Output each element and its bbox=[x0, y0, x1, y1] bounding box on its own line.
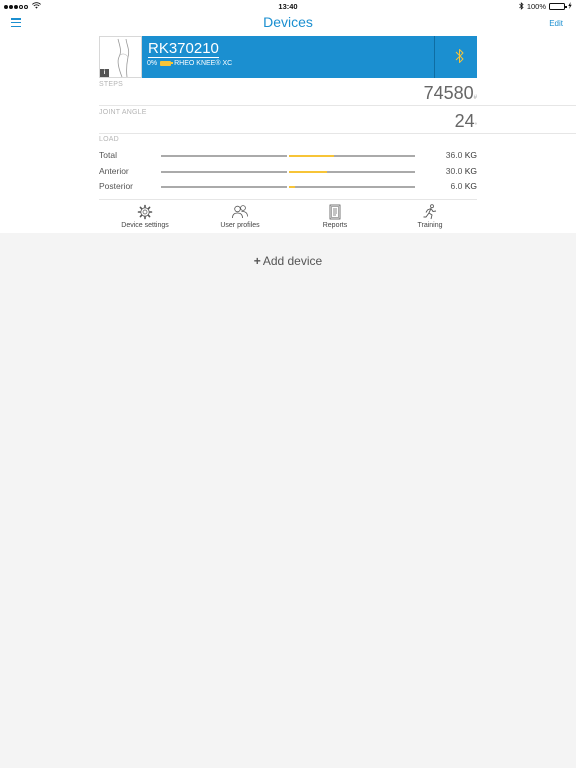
device-card: i RK370210 0% RHEO KNEE® XC STEPS 74580#… bbox=[0, 36, 576, 233]
load-fill bbox=[289, 186, 295, 188]
report-icon bbox=[329, 204, 341, 220]
steps-value-group: 74580# bbox=[424, 83, 477, 104]
load-row-label: Posterior bbox=[99, 181, 134, 191]
load-row-value: 30.0 KG bbox=[445, 166, 477, 176]
status-bar: 13:40 100% bbox=[0, 0, 576, 12]
tab-label: Training bbox=[417, 222, 443, 229]
tab-label: Device settings bbox=[121, 222, 169, 229]
tab-reports[interactable]: Reports bbox=[290, 204, 380, 232]
users-icon bbox=[232, 205, 248, 219]
add-device-button[interactable]: + Add device bbox=[0, 254, 576, 268]
load-row-posterior: Posterior 6.0 KG bbox=[99, 181, 477, 193]
load-row-label: Total bbox=[99, 150, 117, 160]
load-row-value: 6.0 KG bbox=[450, 181, 477, 191]
device-id: RK370210 bbox=[148, 40, 219, 58]
load-row-value: 36.0 KG bbox=[445, 150, 477, 160]
gear-icon bbox=[137, 204, 153, 220]
status-time: 13:40 bbox=[278, 1, 298, 11]
load-fill bbox=[289, 155, 334, 157]
bluetooth-icon[interactable] bbox=[455, 47, 464, 70]
device-battery-icon bbox=[160, 61, 173, 66]
joint-angle-unit: ° bbox=[474, 123, 477, 129]
load-track-left bbox=[161, 171, 287, 173]
steps-value: 74580 bbox=[423, 83, 474, 103]
load-row-anterior: Anterior 30.0 KG bbox=[99, 166, 477, 178]
tab-label: User profiles bbox=[220, 222, 260, 229]
info-icon[interactable]: i bbox=[100, 69, 109, 77]
joint-angle-label: JOINT ANGLE bbox=[99, 109, 147, 116]
device-thumbnail[interactable]: i bbox=[99, 36, 142, 78]
plus-icon: + bbox=[253, 254, 261, 268]
divider bbox=[99, 105, 576, 106]
device-subtitle: 0% RHEO KNEE® XC bbox=[147, 60, 232, 67]
load-row-total: Total 36.0 KG bbox=[99, 150, 477, 162]
battery-icon bbox=[549, 3, 567, 10]
steps-label: STEPS bbox=[99, 81, 123, 88]
device-model: RHEO KNEE® XC bbox=[174, 60, 233, 67]
joint-angle-value: 24 bbox=[454, 111, 475, 131]
tab-device-settings[interactable]: Device settings bbox=[100, 204, 190, 232]
device-banner[interactable]: RK370210 0% RHEO KNEE® XC bbox=[142, 36, 477, 78]
joint-angle-value-group: 24° bbox=[455, 111, 477, 132]
edit-button[interactable]: Edit bbox=[549, 19, 563, 28]
load-label: LOAD bbox=[99, 136, 119, 143]
status-right: 100% bbox=[519, 1, 572, 12]
tab-user-profiles[interactable]: User profiles bbox=[195, 204, 285, 232]
device-header: i RK370210 0% RHEO KNEE® XC bbox=[99, 36, 477, 78]
banner-divider bbox=[434, 36, 435, 78]
page-title: Devices bbox=[263, 14, 313, 30]
tab-training[interactable]: Training bbox=[385, 204, 475, 232]
bluetooth-status-icon bbox=[519, 1, 524, 12]
battery-percent: 100% bbox=[526, 2, 546, 11]
device-tabs: Device settings User profiles Reports Tr… bbox=[99, 199, 477, 233]
device-battery-text: 0% bbox=[147, 60, 158, 67]
load-row-label: Anterior bbox=[99, 166, 129, 176]
add-device-label: Add device bbox=[262, 254, 323, 268]
load-track-left bbox=[161, 186, 287, 188]
tab-label: Reports bbox=[322, 222, 348, 229]
runner-icon bbox=[423, 204, 437, 220]
load-track-right bbox=[289, 186, 415, 188]
load-track-left bbox=[161, 155, 287, 157]
divider bbox=[99, 133, 576, 134]
steps-unit: # bbox=[473, 95, 477, 101]
nav-bar: Devices Edit bbox=[0, 12, 576, 36]
charging-icon bbox=[568, 2, 572, 11]
load-fill bbox=[289, 171, 327, 173]
